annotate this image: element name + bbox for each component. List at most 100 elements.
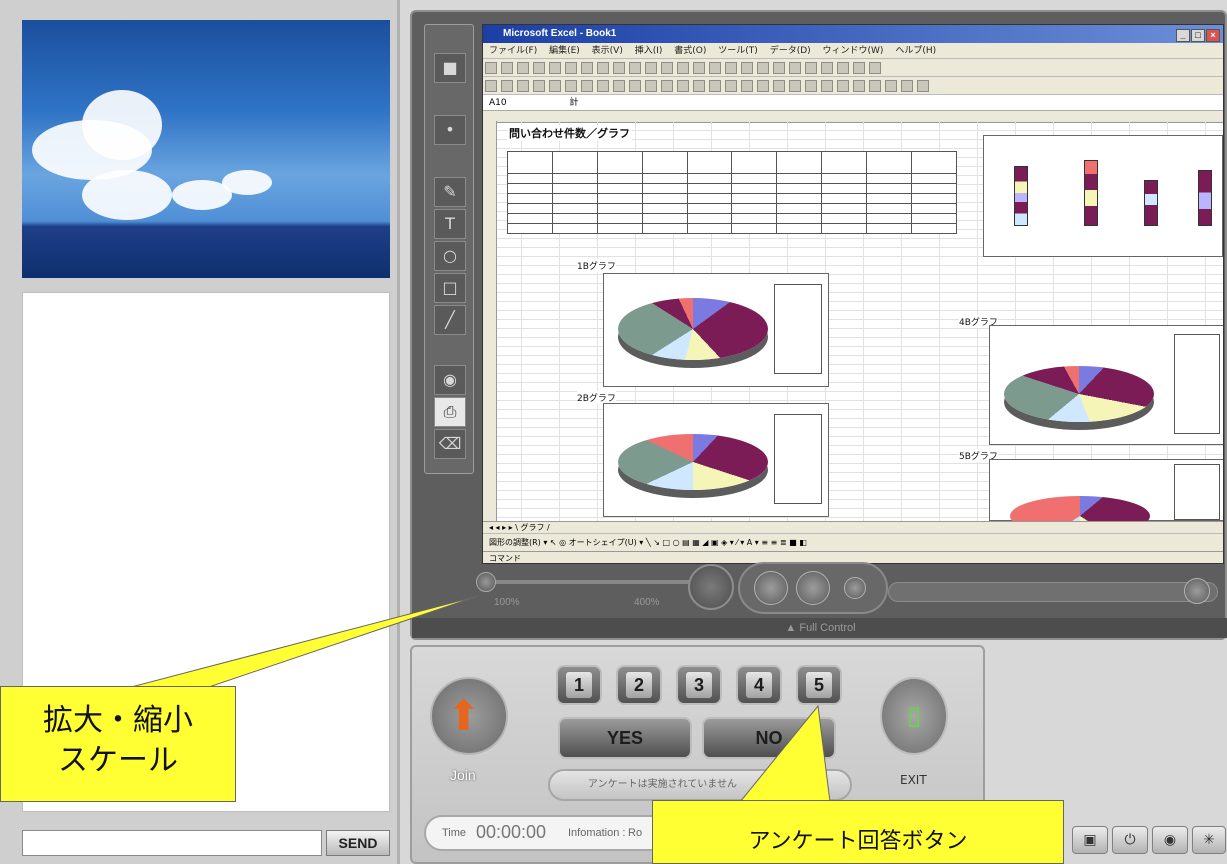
app-window: SEND ■ • ✎ T ○ □ ╱ ◉ ⎙ ⌫ Microsoft Excel… [0,0,1227,864]
formula-value[interactable]: 計 [569,98,578,108]
pointer-tool-icon[interactable]: ◉ [434,365,466,395]
maximize-icon[interactable]: □ [1191,29,1205,42]
menu-tools[interactable]: ツール(T) [718,46,758,56]
dot-icon[interactable] [844,577,866,599]
pie-chart-5[interactable] [989,459,1223,536]
excel-standard-toolbar[interactable] [483,59,1223,77]
color-tool-icon[interactable]: ■ [434,53,466,83]
time-value: 00:00:00 [476,822,547,842]
zoom-max-label: 400% [634,597,660,608]
callout-line: 拡大・縮小 [43,703,193,738]
exit-button[interactable]: ▯ [880,677,948,755]
size-tool-icon[interactable]: • [434,115,466,145]
menu-window[interactable]: ウィンドウ(W) [823,46,884,56]
rect-tool-icon[interactable]: □ [434,273,466,303]
formula-bar[interactable]: A10 計 [483,95,1223,111]
callout-line: スケール [58,743,178,778]
menu-data[interactable]: データ(D) [770,46,811,56]
sheet-tabs: ◂ ◂ ▸ ▸ \ グラフ / [483,521,1223,533]
join-label: Join [450,767,476,783]
info-label: Infomation : [568,827,626,839]
sheet-heading: 問い合わせ件数／グラフ [507,125,632,141]
answer-button-3[interactable]: 3 [676,665,722,705]
pen-tool-icon[interactable]: ✎ [434,177,466,207]
camera-icon[interactable] [688,564,734,610]
excel-window[interactable]: Microsoft Excel - Book1 _ □ × ファイル(F) 編集(E… [482,24,1224,564]
chart-label-1: 1Bグラフ [577,259,616,272]
survey-button-callout: アンケート回答ボタン [652,800,1064,864]
pie-mark [618,298,768,360]
close-icon[interactable]: × [1206,29,1220,42]
zoom-min-label: 100% [494,597,520,608]
survey-status: アンケートは実施されていません [548,769,852,801]
pie-mark [618,434,768,490]
pie-chart-1[interactable] [603,273,829,387]
pie-legend [774,284,822,374]
document-icon[interactable] [754,571,788,605]
full-control-toggle[interactable]: ▲ Full Control [412,618,1227,638]
exit-icon: ▯ [906,701,922,731]
answer-button-1[interactable]: 1 [556,665,602,705]
video-feed [22,20,390,278]
menu-format[interactable]: 書式(O) [674,46,706,56]
answer-button-label: 2 [626,672,652,698]
zoom-slider-track[interactable] [484,580,694,584]
bar-mark [1198,170,1212,226]
answer-button-label: 5 [806,672,832,698]
answer-button-4[interactable]: 4 [736,665,782,705]
bar-chart[interactable] [983,135,1223,257]
erase-tool-icon[interactable]: ⌫ [434,429,466,459]
row-headers [483,121,497,521]
cloud-shape [222,170,272,195]
chat-input[interactable] [22,830,322,856]
sheet-tab[interactable]: グラフ [520,523,544,532]
tool-palette: ■ • ✎ T ○ □ ╱ ◉ ⎙ ⌫ [424,24,474,474]
pie-chart-2[interactable] [603,403,829,517]
control-track [888,582,1218,602]
excel-menubar: ファイル(F) 編集(E) 表示(V) 挿入(I) 書式(O) ツール(T) デ… [483,43,1223,59]
up-arrow-icon: ⬆ [446,691,482,740]
line-tool-icon[interactable]: ╱ [434,305,466,335]
menu-file[interactable]: ファイル(F) [489,46,537,56]
pie-mark [1004,366,1154,422]
text-tool-icon[interactable]: T [434,209,466,239]
ellipse-tool-icon[interactable]: ○ [434,241,466,271]
document-icon[interactable] [796,571,830,605]
answer-button-label: 1 [566,672,592,698]
bar-mark [1014,166,1028,226]
exit-label: EXIT [900,773,927,787]
loading-icon[interactable]: ✳ [1192,826,1226,854]
send-button[interactable]: SEND [326,830,390,856]
minimize-icon[interactable]: _ [1176,29,1190,42]
menu-help[interactable]: ヘルプ(H) [895,46,936,56]
zoom-slider-handle[interactable] [476,572,496,592]
no-button[interactable]: NO [702,717,836,759]
eye-icon[interactable]: ◉ [1152,826,1188,854]
excel-format-toolbar[interactable] [483,77,1223,95]
answer-button-2[interactable]: 2 [616,665,662,705]
menu-edit[interactable]: 編集(E) [549,46,580,56]
info-value: Ro [628,827,643,839]
yes-button[interactable]: YES [558,717,692,759]
print-tool-icon[interactable]: ⎙ [434,397,466,427]
menu-view[interactable]: 表示(V) [592,46,623,56]
page-controls [738,562,888,614]
cloud-shape [82,170,172,220]
dot-icon[interactable] [1184,578,1210,604]
zoom-scale-callout: 拡大・縮小 スケール [0,686,236,802]
window-buttons: _ □ × [1175,27,1220,45]
answer-button-label: 4 [746,672,772,698]
pie-legend [774,414,822,504]
power-off-icon[interactable]: ⏻ [1112,826,1148,854]
bar-mark [1084,160,1098,226]
drawing-toolbar[interactable]: 図形の調整(R) ▾ ↖ ◎ オートシェイプ(U) ▾ ╲ ↘ □ ○ ▤ ▦ … [483,533,1223,551]
shared-screen-viewer: ■ • ✎ T ○ □ ╱ ◉ ⎙ ⌫ Microsoft Excel - Bo… [410,10,1227,640]
menu-insert[interactable]: 挿入(I) [635,46,663,56]
pie-chart-4[interactable] [989,325,1223,445]
data-table [507,151,957,234]
excel-titlebar: Microsoft Excel - Book1 _ □ × [483,25,1223,43]
screen-icon[interactable]: ▣ [1072,826,1108,854]
name-box[interactable]: A10 [489,98,507,108]
answer-button-5[interactable]: 5 [796,665,842,705]
excel-title: Microsoft Excel - Book1 [503,28,617,39]
